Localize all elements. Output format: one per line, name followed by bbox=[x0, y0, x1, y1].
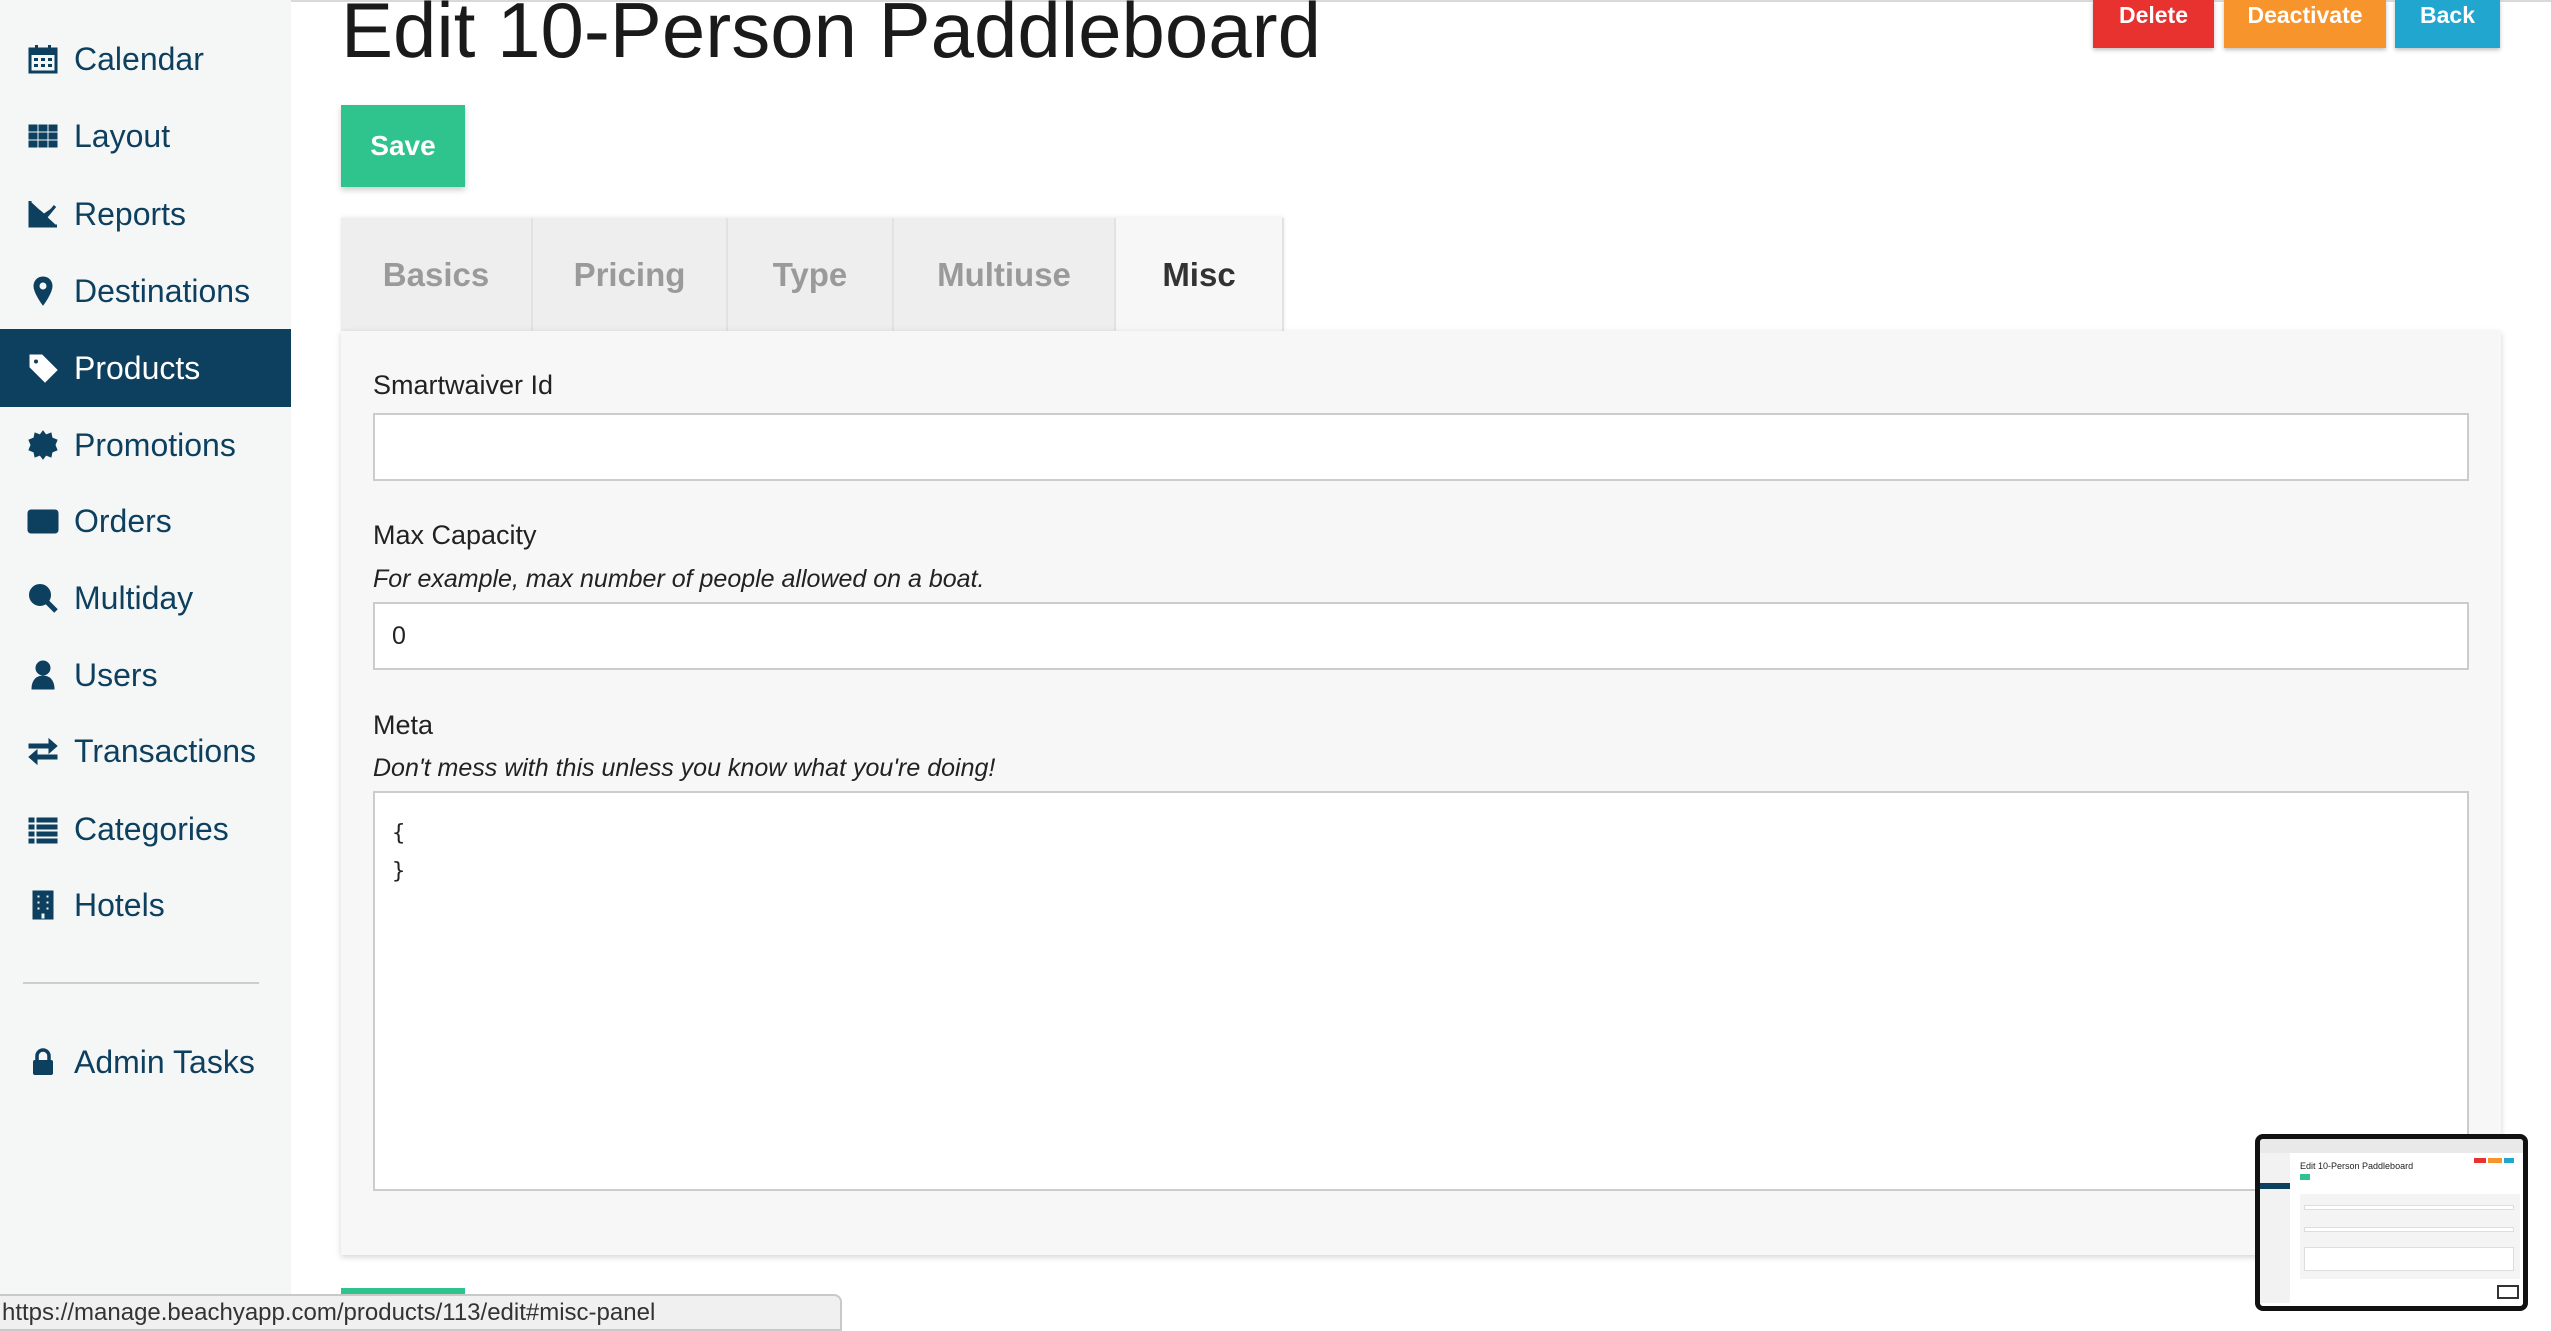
max-capacity-input[interactable] bbox=[373, 602, 2469, 670]
sidebar-item-label: Calendar bbox=[74, 40, 204, 77]
tab-type[interactable]: Type bbox=[728, 218, 894, 331]
sidebar-item-orders[interactable]: Orders bbox=[0, 482, 291, 560]
calendar-icon bbox=[26, 42, 60, 76]
thumbnail-input bbox=[2304, 1227, 2514, 1232]
sidebar: Calendar Layout Reports Destinations Pro… bbox=[0, 0, 291, 1331]
max-capacity-label: Max Capacity bbox=[373, 520, 537, 550]
sidebar-item-layout[interactable]: Layout bbox=[0, 97, 291, 175]
sidebar-item-label: Destinations bbox=[74, 272, 251, 309]
meta-label: Meta bbox=[373, 710, 434, 740]
sidebar-item-label: Products bbox=[74, 349, 201, 386]
thumbnail-active-item bbox=[2260, 1183, 2290, 1189]
thumbnail-sidebar bbox=[2260, 1153, 2290, 1303]
tab-misc[interactable]: Misc bbox=[1116, 218, 1284, 331]
sidebar-item-label: Promotions bbox=[74, 426, 236, 463]
misc-panel: Smartwaiver Id Max Capacity For example,… bbox=[341, 331, 2501, 1255]
back-button[interactable]: Back bbox=[2395, 0, 2500, 48]
sidebar-item-transactions[interactable]: Transactions bbox=[0, 712, 291, 790]
sidebar-item-categories[interactable]: Categories bbox=[0, 790, 291, 868]
sidebar-item-label: Orders bbox=[74, 502, 172, 539]
thumbnail-input bbox=[2304, 1205, 2514, 1210]
sidebar-item-calendar[interactable]: Calendar bbox=[0, 20, 291, 98]
thumbnail-back bbox=[2504, 1158, 2514, 1163]
map-pin-icon bbox=[26, 274, 60, 308]
sidebar-item-destinations[interactable]: Destinations bbox=[0, 252, 291, 330]
delete-button[interactable]: Delete bbox=[2093, 0, 2214, 48]
sidebar-item-users[interactable]: Users bbox=[0, 636, 291, 714]
chart-line-icon bbox=[26, 197, 60, 231]
thumbnail-save bbox=[2300, 1174, 2310, 1180]
thumbnail-window-icon bbox=[2497, 1285, 2519, 1299]
sidebar-item-label: Categories bbox=[74, 810, 229, 847]
tab-pricing[interactable]: Pricing bbox=[533, 218, 728, 331]
sidebar-item-label: Admin Tasks bbox=[74, 1043, 255, 1080]
thumbnail-input bbox=[2304, 1247, 2514, 1271]
tag-icon bbox=[26, 351, 60, 385]
user-icon bbox=[26, 658, 60, 692]
sidebar-item-hotels[interactable]: Hotels bbox=[0, 866, 291, 944]
grid-icon bbox=[26, 119, 60, 153]
sidebar-item-label: Users bbox=[74, 656, 158, 693]
sidebar-item-label: Layout bbox=[74, 117, 171, 154]
thumbnail-content: Edit 10-Person Paddleboard bbox=[2260, 1139, 2523, 1306]
sidebar-item-promotions[interactable]: Promotions bbox=[0, 406, 291, 484]
sidebar-item-multiday[interactable]: Multiday bbox=[0, 559, 291, 637]
sidebar-item-products[interactable]: Products bbox=[0, 329, 291, 407]
smartwaiver-label: Smartwaiver Id bbox=[373, 370, 554, 400]
credit-card-icon bbox=[26, 504, 60, 538]
sidebar-item-label: Multiday bbox=[74, 579, 194, 616]
deactivate-button[interactable]: Deactivate bbox=[2224, 0, 2386, 48]
exchange-icon bbox=[26, 734, 60, 768]
building-icon bbox=[26, 888, 60, 922]
search-icon bbox=[26, 581, 60, 615]
thumbnail-delete bbox=[2474, 1158, 2486, 1163]
smartwaiver-id-input[interactable] bbox=[373, 413, 2469, 481]
page-title: Edit 10-Person Paddleboard bbox=[341, 0, 1321, 74]
tab-basics[interactable]: Basics bbox=[341, 218, 533, 331]
sidebar-item-reports[interactable]: Reports bbox=[0, 175, 291, 253]
meta-textarea[interactable]: { } bbox=[373, 791, 2469, 1191]
tab-multiuse[interactable]: Multiuse bbox=[894, 218, 1116, 331]
status-bar-url: https://manage.beachyapp.com/products/11… bbox=[0, 1294, 842, 1331]
screenshot-thumbnail[interactable]: Edit 10-Person Paddleboard bbox=[2255, 1134, 2528, 1311]
lock-icon bbox=[26, 1045, 60, 1079]
thumbnail-toolbar bbox=[2260, 1139, 2523, 1153]
sidebar-item-label: Transactions bbox=[74, 732, 256, 769]
sidebar-item-label: Reports bbox=[74, 195, 187, 232]
save-button[interactable]: Save bbox=[341, 105, 465, 187]
meta-help: Don't mess with this unless you know wha… bbox=[373, 754, 996, 782]
sidebar-divider bbox=[23, 982, 259, 984]
thumbnail-deactivate bbox=[2488, 1158, 2502, 1163]
badge-icon bbox=[26, 428, 60, 462]
max-capacity-help: For example, max number of people allowe… bbox=[373, 565, 985, 593]
tab-bar: Basics Pricing Type Multiuse Misc bbox=[341, 218, 1284, 331]
list-icon bbox=[26, 812, 60, 846]
sidebar-item-label: Hotels bbox=[74, 886, 165, 923]
thumbnail-title: Edit 10-Person Paddleboard bbox=[2300, 1161, 2414, 1171]
sidebar-item-admin-tasks[interactable]: Admin Tasks bbox=[0, 1023, 291, 1101]
